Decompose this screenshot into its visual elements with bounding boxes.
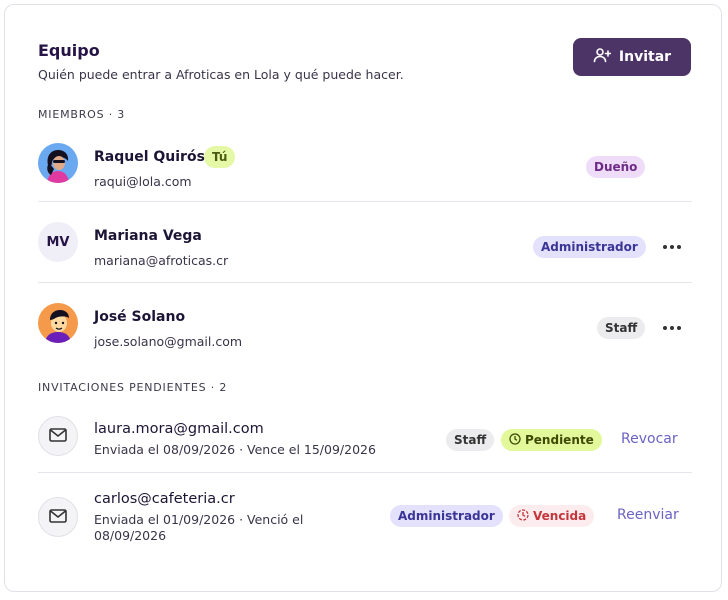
role-badge: Staff	[597, 317, 646, 339]
member-row: Raquel Quirós Tú raqui@lola.com Dueño	[38, 143, 692, 189]
members-section-label: MIEMBROS · 3	[38, 108, 126, 121]
invite-button[interactable]: Invitar	[573, 38, 691, 76]
team-card: Equipo Quién puede entrar a Afroticas en…	[4, 4, 722, 592]
invitation-email: carlos@cafeteria.cr	[94, 491, 235, 507]
clock-alert-icon	[517, 508, 529, 524]
page-subtitle: Quién puede entrar a Afroticas en Lola y…	[38, 67, 404, 82]
invitation-row: carlos@cafeteria.cr Enviada el 01/09/202…	[38, 491, 692, 547]
member-email: jose.solano@gmail.com	[94, 334, 243, 349]
invitation-avatar	[38, 416, 78, 456]
avatar: MV	[38, 222, 78, 262]
more-horizontal-icon	[663, 245, 667, 249]
invitation-row: laura.mora@gmail.com Enviada el 08/09/20…	[38, 416, 692, 460]
status-label: Pendiente	[525, 433, 594, 447]
role-badge: Dueño	[586, 156, 646, 178]
member-name: Mariana Vega	[94, 228, 202, 244]
invitations-section-label: INVITACIONES PENDIENTES · 2	[38, 381, 228, 394]
clock-icon	[509, 432, 521, 448]
more-dot	[677, 326, 681, 330]
divider	[38, 472, 692, 473]
divider	[38, 282, 692, 283]
invitation-meta: Enviada el 08/09/2026 · Vence el 15/09/2…	[94, 442, 376, 457]
divider	[38, 201, 692, 202]
more-dot	[677, 245, 681, 249]
you-badge: Tú	[204, 146, 236, 168]
role-badge: Administrador	[390, 505, 503, 527]
more-options-button[interactable]	[660, 317, 684, 339]
invitation-avatar	[38, 497, 78, 537]
mail-icon	[49, 427, 67, 446]
invitation-meta: Enviada el 01/09/2026 · Venció el 08/09/…	[94, 512, 304, 543]
member-name: Raquel Quirós	[94, 149, 205, 165]
invite-button-label: Invitar	[618, 49, 672, 65]
member-name: José Solano	[94, 309, 186, 325]
avatar	[38, 303, 78, 343]
status-badge: Pendiente	[501, 429, 602, 451]
avatar	[38, 143, 78, 183]
member-row: José Solano jose.solano@gmail.com Staff	[38, 303, 692, 349]
member-email: raqui@lola.com	[94, 174, 192, 189]
status-badge: Vencida	[509, 505, 595, 527]
invitation-email: laura.mora@gmail.com	[94, 421, 264, 437]
role-badge: Administrador	[533, 236, 646, 258]
user-plus-icon	[593, 47, 612, 67]
revoke-button[interactable]: Revocar	[621, 431, 678, 447]
more-horizontal-icon	[663, 326, 667, 330]
role-badge: Staff	[446, 429, 495, 451]
status-label: Vencida	[533, 509, 587, 523]
more-dot	[670, 245, 674, 249]
member-email: mariana@afroticas.cr	[94, 253, 229, 268]
more-dot	[670, 326, 674, 330]
mail-icon	[49, 508, 67, 527]
member-row: MV Mariana Vega mariana@afroticas.cr Adm…	[38, 222, 692, 268]
page-title: Equipo	[38, 41, 100, 60]
more-options-button[interactable]	[660, 236, 684, 258]
resend-button[interactable]: Reenviar	[617, 507, 679, 523]
